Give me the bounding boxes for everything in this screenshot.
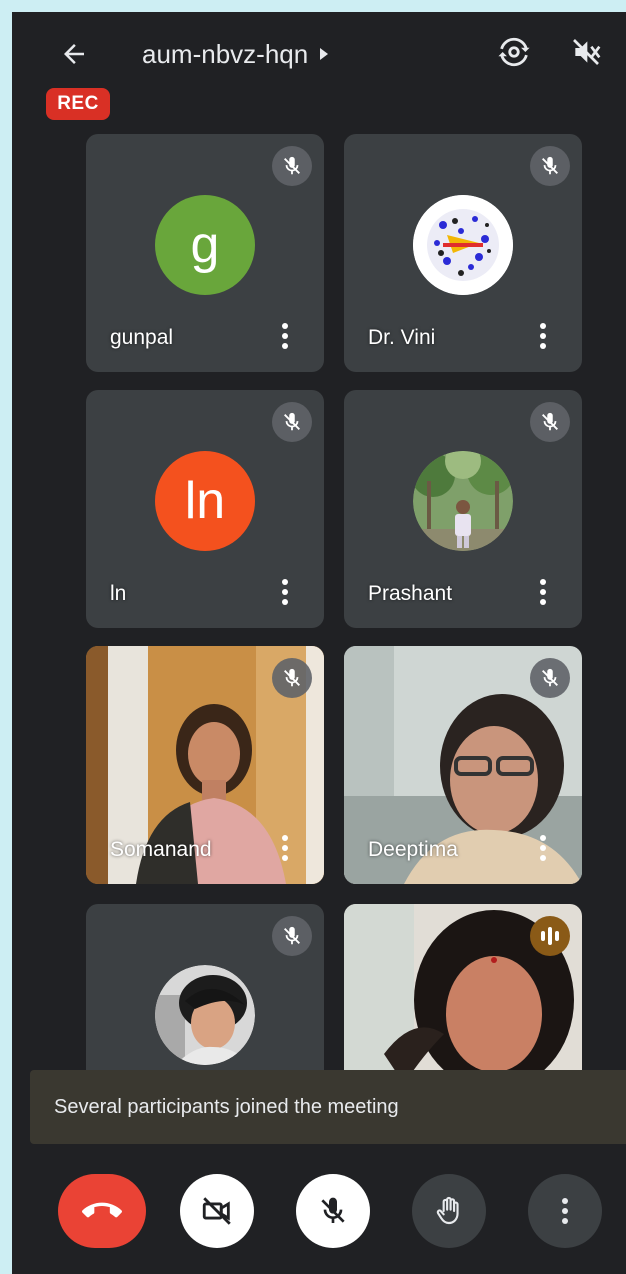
participant-name: Dr. Vini [368, 326, 436, 349]
participant-tile[interactable]: ln ln [86, 390, 324, 628]
participant-name: gunpal [110, 326, 174, 349]
mic-off-icon [530, 146, 570, 186]
avatar [413, 451, 513, 551]
participant-tile[interactable]: Dr. Vini [344, 134, 582, 372]
toast-message: Several participants joined the meeting [54, 1095, 399, 1118]
mic-off-icon [530, 658, 570, 698]
more-vert-icon [282, 579, 288, 605]
participant-name: Somanand [110, 838, 212, 861]
participant-tile[interactable]: Prashant [344, 390, 582, 628]
profile-picture [155, 965, 255, 1065]
mic-off-icon [321, 1197, 345, 1223]
mic-off-icon [272, 146, 312, 186]
participant-name: ln [110, 582, 127, 605]
profile-picture [413, 451, 513, 551]
audio-output-button[interactable] [564, 30, 608, 74]
meeting-code-button[interactable]: aum-nbvz-hqn [142, 36, 329, 72]
camera-toggle-button[interactable] [180, 1174, 254, 1248]
switch-camera-button[interactable] [492, 30, 536, 74]
caret-right-icon [320, 48, 329, 60]
videocam-off-icon [202, 1197, 231, 1225]
back-button[interactable] [52, 32, 96, 76]
participant-tile[interactable]: Somanand [86, 646, 324, 884]
speaking-indicator-icon [530, 916, 570, 956]
participant-menu-button[interactable] [272, 576, 298, 608]
participant-menu-button[interactable] [530, 832, 556, 864]
meet-screen: aum-nbvz-hqn REC g gunpal Dr. Vini ln ln… [12, 12, 626, 1274]
participant-name: Deeptima [368, 838, 458, 861]
participant-menu-button[interactable] [530, 576, 556, 608]
more-vert-icon [540, 579, 546, 605]
avatar [155, 965, 255, 1065]
call-end-icon [82, 1202, 122, 1218]
participant-tile[interactable]: Deeptima [344, 646, 582, 884]
more-vert-icon [282, 323, 288, 349]
more-vert-icon [562, 1198, 568, 1224]
mic-off-icon [530, 402, 570, 442]
participant-menu-button[interactable] [272, 832, 298, 864]
camera-switch-icon [498, 37, 530, 67]
notification-toast: Several participants joined the meeting [30, 1070, 626, 1144]
hand-icon [436, 1196, 459, 1225]
microphone-toggle-button[interactable] [296, 1174, 370, 1248]
participant-tile[interactable]: g gunpal [86, 134, 324, 372]
end-call-button[interactable] [58, 1174, 146, 1248]
raise-hand-button[interactable] [412, 1174, 486, 1248]
mic-off-icon [272, 916, 312, 956]
more-options-button[interactable] [528, 1174, 602, 1248]
mic-off-icon [272, 402, 312, 442]
participant-name: Prashant [368, 582, 453, 605]
profile-picture [413, 195, 513, 295]
participant-menu-button[interactable] [272, 320, 298, 352]
meeting-code-label: aum-nbvz-hqn [142, 38, 309, 69]
recording-badge: REC [46, 88, 110, 120]
arrow-back-icon [64, 44, 84, 64]
volume-off-icon [573, 39, 601, 65]
more-vert-icon [540, 835, 546, 861]
avatar: ln [155, 451, 255, 551]
more-vert-icon [282, 835, 288, 861]
participant-menu-button[interactable] [530, 320, 556, 352]
avatar [413, 195, 513, 295]
mic-off-icon [272, 658, 312, 698]
avatar: g [155, 195, 255, 295]
more-vert-icon [540, 323, 546, 349]
